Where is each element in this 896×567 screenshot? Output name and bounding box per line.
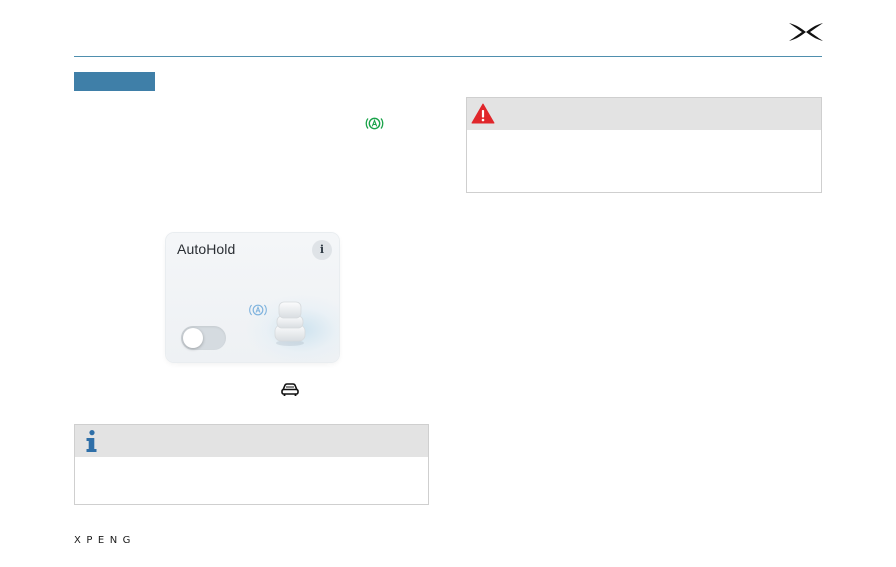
brake-pedal-icon: [274, 301, 306, 346]
warning-header: [467, 98, 821, 130]
xpeng-logo-icon: [789, 23, 823, 41]
autohold-a-icon: [365, 117, 384, 130]
warning-box: [466, 97, 822, 193]
autohold-title: AutoHold: [177, 241, 236, 257]
section-tag: [74, 72, 155, 91]
header-divider: [74, 56, 822, 57]
autohold-indicator-icon: [249, 304, 267, 316]
car-icon: [281, 383, 299, 396]
autohold-card: AutoHold i: [166, 233, 339, 362]
info-button[interactable]: i: [312, 240, 332, 260]
warning-triangle-icon: [471, 103, 495, 124]
info-icon: [86, 430, 97, 452]
footer-wordmark: XPENG: [74, 535, 136, 546]
info-note-header: [75, 425, 428, 457]
toggle-knob: [183, 328, 203, 348]
info-note-box: [74, 424, 429, 505]
autohold-toggle[interactable]: [181, 326, 226, 350]
